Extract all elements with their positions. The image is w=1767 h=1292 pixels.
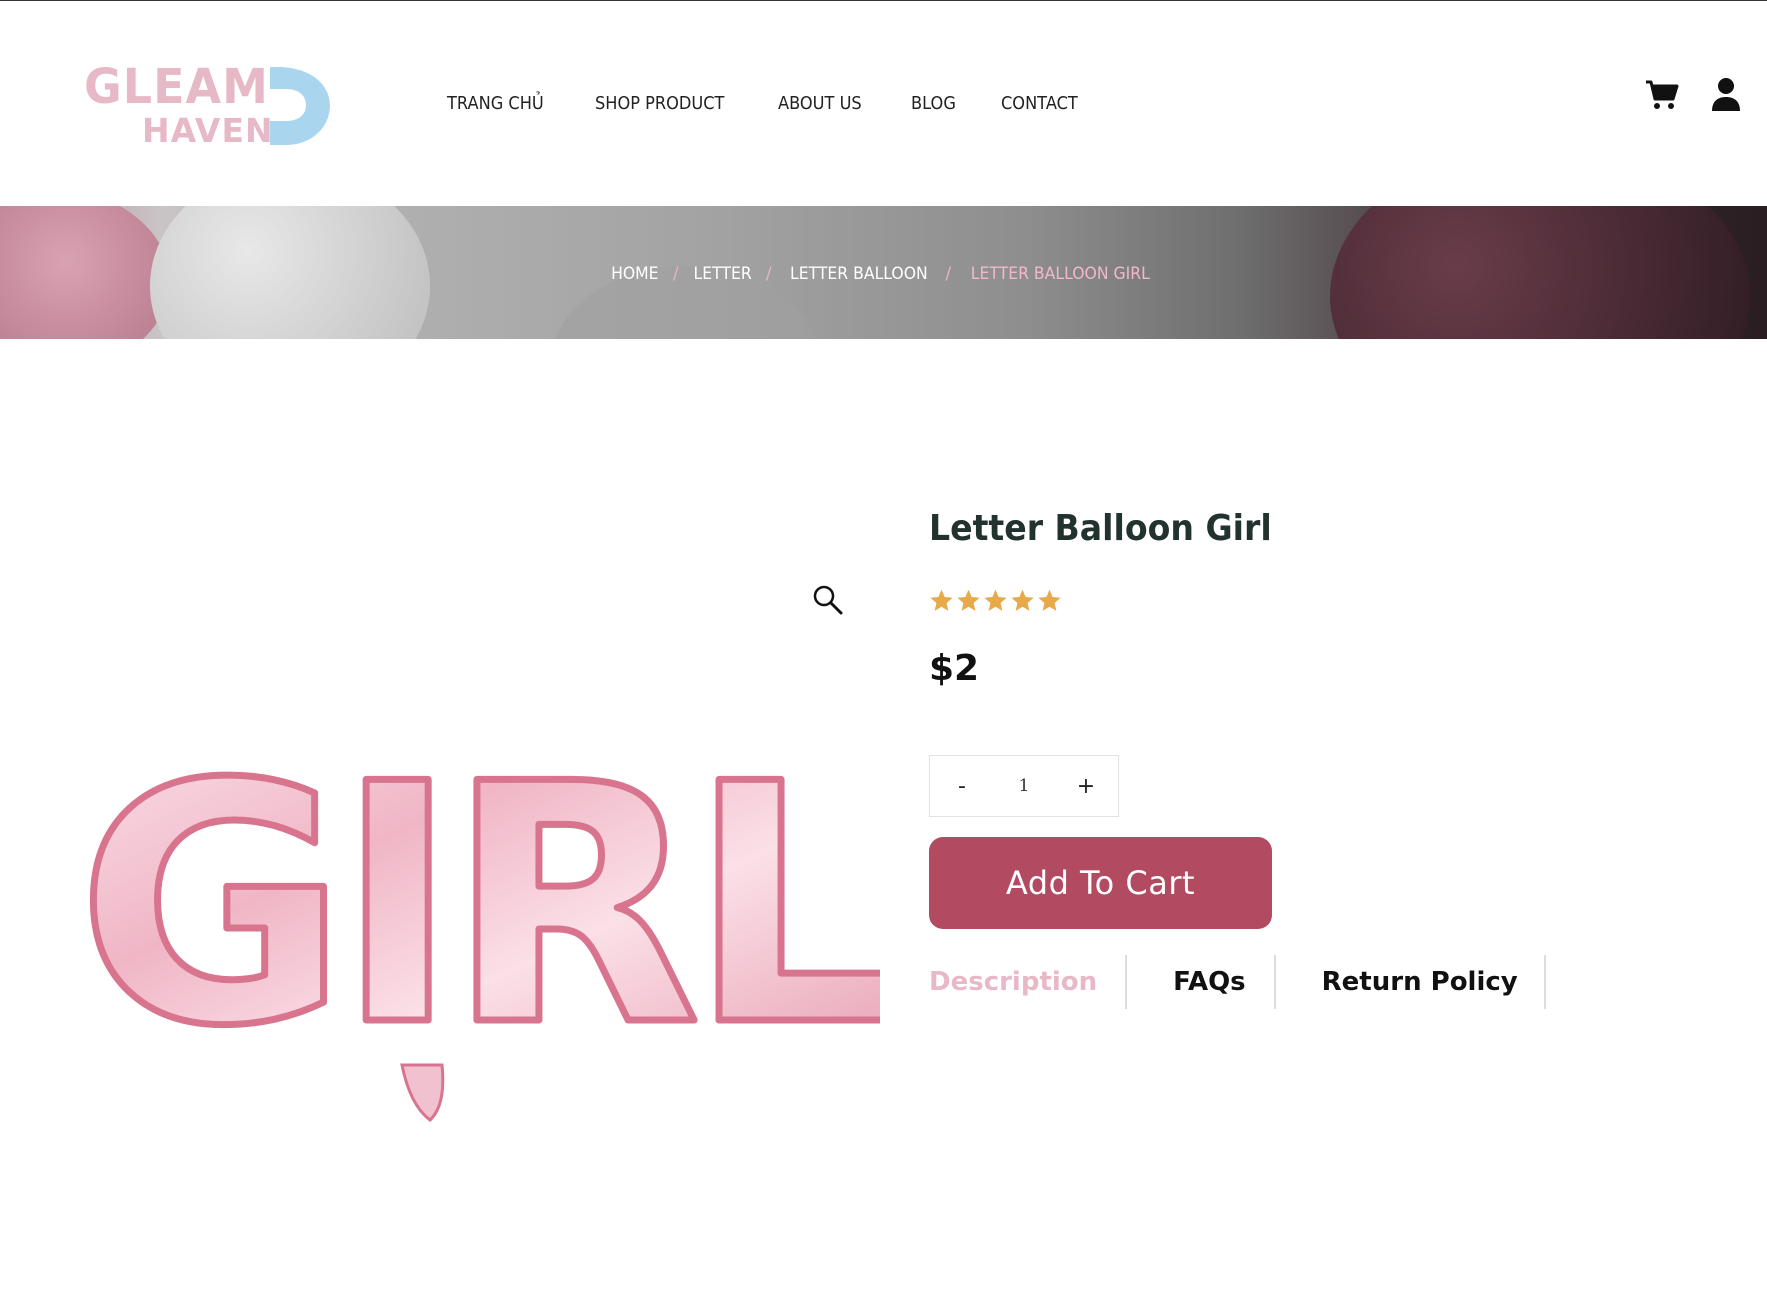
zoom-button[interactable] [812, 584, 844, 616]
breadcrumb-separator: / [672, 264, 679, 284]
quantity-stepper: - 1 + [929, 755, 1119, 817]
quantity-increase-button[interactable]: + [1054, 756, 1118, 816]
breadcrumb-home[interactable]: HOME [611, 264, 658, 284]
star-icon [1038, 589, 1061, 611]
nav-item-shop-product[interactable]: SHOP PRODUCT [595, 93, 724, 114]
quantity-input[interactable]: 1 [994, 776, 1054, 796]
product-image[interactable]: GIRL [73, 560, 910, 1135]
account-button[interactable] [1709, 77, 1743, 113]
nav-item-home[interactable]: TRANG CHỦ [447, 93, 544, 114]
product-tabs: Description FAQs Return Policy [929, 955, 1546, 1009]
nav-item-contact[interactable]: CONTACT [1001, 93, 1078, 114]
add-to-cart-button[interactable]: Add To Cart [929, 837, 1272, 929]
tab-return-policy[interactable]: Return Policy [1276, 955, 1546, 1009]
star-icon [984, 589, 1007, 611]
tab-faqs[interactable]: FAQs [1127, 955, 1276, 1009]
site-header: GLEAM HAVEN TRANG CHỦ SHOP PRODUCT ABOUT… [0, 1, 1767, 206]
cart-button[interactable] [1645, 77, 1679, 113]
breadcrumb-letter[interactable]: LETTER [693, 264, 751, 284]
breadcrumb-banner: HOME / LETTER / LETTER BALLOON / LETTER BALLOO… [0, 206, 1767, 339]
breadcrumb-separator: / [765, 264, 772, 284]
header-icons [1645, 77, 1743, 113]
nav-item-about-us[interactable]: ABOUT US [778, 93, 862, 114]
quantity-decrease-button[interactable]: - [930, 756, 994, 816]
cart-icon [1646, 80, 1679, 109]
star-icon [930, 589, 953, 611]
star-icon [957, 589, 980, 611]
breadcrumb-separator: / [945, 264, 952, 284]
product-image-art: GIRL [73, 711, 910, 1122]
breadcrumb-current: LETTER BALLOON GIRL [970, 264, 1150, 284]
user-icon [1712, 78, 1740, 111]
star-icon [1011, 589, 1034, 611]
nav-item-blog[interactable]: BLOG [911, 93, 956, 114]
logo-word-haven: HAVEN [142, 111, 274, 150]
tab-description[interactable]: Description [929, 955, 1128, 1009]
main-nav: TRANG CHỦ SHOP PRODUCT ABOUT US BLOG CON… [447, 93, 1127, 114]
logo-mark-icon [270, 66, 330, 145]
balloon-letters: GIRL [84, 714, 880, 1098]
product-title: Letter Balloon Girl [929, 508, 1272, 549]
product-price: $2 [929, 648, 980, 689]
product-rating [929, 588, 1062, 613]
breadcrumb-letter-balloon[interactable]: LETTER BALLOON [790, 264, 928, 284]
logo-word-gleam: GLEAM [84, 57, 269, 115]
magnifier-icon [813, 585, 843, 615]
breadcrumb: HOME / LETTER / LETTER BALLOON / LETTER BALLOO… [0, 264, 1767, 284]
brand-logo[interactable]: GLEAM HAVEN [84, 57, 334, 151]
